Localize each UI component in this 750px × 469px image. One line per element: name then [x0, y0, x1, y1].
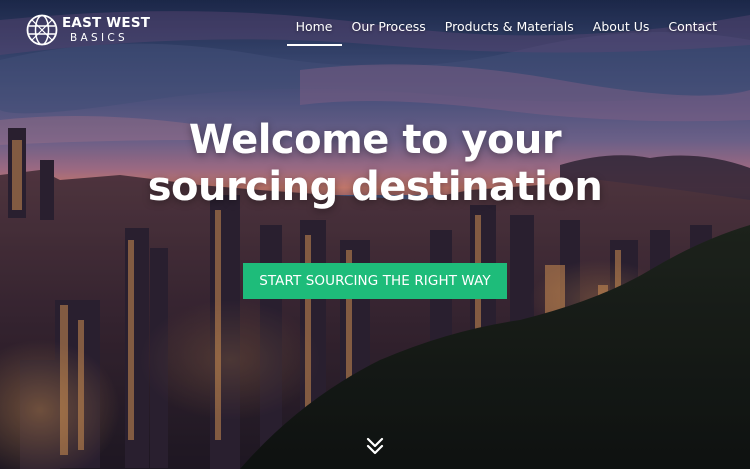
- hero-headline-line2: sourcing destination: [147, 164, 603, 210]
- nav-item-our-process[interactable]: Our Process: [352, 19, 426, 41]
- nav-item-home[interactable]: Home: [286, 19, 342, 46]
- brand-wordmark: EAST WEST BASICS: [62, 15, 151, 44]
- brand-logo[interactable]: EAST WEST BASICS: [26, 14, 150, 46]
- hero-background-image: [0, 0, 750, 469]
- brand-name-line2: BASICS: [70, 31, 128, 44]
- start-sourcing-button[interactable]: START SOURCING THE RIGHT WAY: [243, 263, 507, 299]
- double-chevron-down-icon[interactable]: [366, 436, 384, 456]
- nav-item-products-materials[interactable]: Products & Materials: [445, 19, 574, 41]
- nav-item-contact[interactable]: Contact: [668, 19, 717, 41]
- brand-name-line1: EAST WEST: [62, 15, 151, 31]
- main-navigation: Home Our Process Products & Materials Ab…: [286, 19, 717, 46]
- hero-headline: Welcome to your sourcing destination: [0, 117, 750, 211]
- hero-headline-line1: Welcome to your: [188, 117, 562, 163]
- globe-icon: [26, 14, 58, 46]
- hero-section: EAST WEST BASICS Home Our Process Produc…: [0, 0, 750, 469]
- nav-item-about-us[interactable]: About Us: [593, 19, 650, 41]
